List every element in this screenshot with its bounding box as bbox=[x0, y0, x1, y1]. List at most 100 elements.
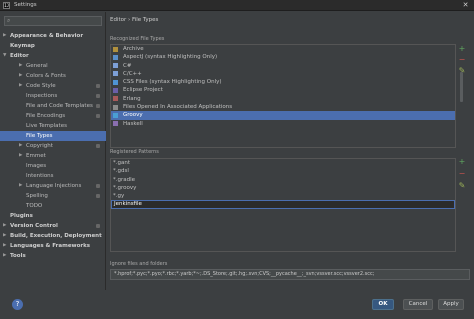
chevron-right-icon[interactable]: ▶ bbox=[3, 221, 6, 231]
chevron-right-icon[interactable]: ▶ bbox=[3, 231, 6, 241]
file-type-item[interactable]: Archive bbox=[111, 45, 455, 53]
file-type-label: Haskell bbox=[123, 120, 143, 127]
chevron-right-icon[interactable]: ▶ bbox=[19, 71, 22, 81]
edit-pattern-button[interactable]: ✎ bbox=[458, 182, 466, 190]
sidebar-item-tools[interactable]: ▶ Tools bbox=[0, 251, 106, 261]
pattern-item[interactable]: *.gradle bbox=[111, 176, 455, 184]
sidebar-item-intentions[interactable]: Intentions bbox=[0, 171, 106, 181]
sidebar-item-editor[interactable]: ▼ Editor bbox=[0, 51, 106, 61]
groovy-icon bbox=[113, 112, 118, 118]
csharp-icon bbox=[113, 63, 118, 69]
dialog-footer: ? OK Cancel Apply bbox=[0, 291, 474, 319]
file-type-label: Erlang bbox=[123, 95, 141, 102]
add-file-type-button[interactable]: + bbox=[458, 45, 466, 53]
search-icon: ⌕ bbox=[7, 17, 11, 24]
chevron-right-icon[interactable]: ▶ bbox=[3, 241, 6, 251]
sidebar-item-colors-fonts[interactable]: ▶ Colors & Fonts bbox=[0, 71, 106, 81]
file-type-item[interactable]: C# bbox=[111, 62, 455, 70]
sidebar-item-version-control[interactable]: ▶ Version Control bbox=[0, 221, 106, 231]
sidebar-item-spelling[interactable]: Spelling bbox=[0, 191, 106, 201]
file-type-label: Eclipse Project bbox=[123, 87, 163, 94]
sidebar-item-label: Languages & Frameworks bbox=[10, 243, 91, 249]
file-type-label: Files Opened In Associated Applications bbox=[123, 104, 233, 111]
recognized-scrollbar[interactable] bbox=[460, 72, 463, 102]
sidebar-item-general[interactable]: ▶ General bbox=[0, 61, 106, 71]
erlang-icon bbox=[113, 96, 118, 102]
sidebar-item-todo[interactable]: TODO bbox=[0, 201, 106, 211]
chevron-right-icon[interactable]: ▶ bbox=[19, 81, 22, 91]
ignore-files-input[interactable]: *.hprof;*.pyc;*.pyo;*.rbc;*.yarb;*~;.DS_… bbox=[110, 269, 470, 280]
recognized-file-types-title: Recognized File Types bbox=[110, 36, 165, 42]
sidebar-item-build-execution-deployment[interactable]: ▶ Build, Execution, Deployment bbox=[0, 231, 106, 241]
cancel-button[interactable]: Cancel bbox=[403, 299, 433, 310]
sidebar-item-live-templates[interactable]: Live Templates bbox=[0, 121, 106, 131]
sidebar-item-file-encodings[interactable]: File Encodings bbox=[0, 111, 106, 121]
sidebar-item-appearance-behavior[interactable]: ▶ Appearance & Behavior bbox=[0, 31, 106, 41]
project-scope-icon bbox=[96, 114, 100, 118]
sidebar-item-languages-frameworks[interactable]: ▶ Languages & Frameworks bbox=[0, 241, 106, 251]
file-type-item[interactable]: C/C++ bbox=[111, 70, 455, 78]
sidebar-item-keymap[interactable]: Keymap bbox=[0, 41, 106, 51]
chevron-down-icon[interactable]: ▼ bbox=[3, 51, 6, 61]
sidebar-item-code-style[interactable]: ▶ Code Style bbox=[0, 81, 106, 91]
file-type-item[interactable]: CSS Files (syntax Highlighting Only) bbox=[111, 78, 455, 86]
sidebar-item-label: Colors & Fonts bbox=[26, 73, 66, 79]
sidebar-item-file-and-code-templates[interactable]: File and Code Templates bbox=[0, 101, 106, 111]
sidebar-item-label: Tools bbox=[10, 253, 26, 259]
sidebar-item-plugins[interactable]: Plugins bbox=[0, 211, 106, 221]
registered-patterns-list[interactable]: *.gant *.gdsl *.gradle *.groovy *.gy Jenkinsf… bbox=[110, 158, 456, 252]
file-type-label: C/C++ bbox=[123, 70, 142, 77]
help-button[interactable]: ? bbox=[12, 299, 23, 310]
file-type-item[interactable]: Groovy bbox=[111, 111, 455, 120]
registered-patterns-title: Registered Patterns bbox=[110, 149, 159, 155]
sidebar-item-file-types[interactable]: File Types bbox=[0, 131, 106, 141]
sidebar-item-label: Build, Execution, Deployment bbox=[10, 233, 102, 239]
chevron-right-icon[interactable]: ▶ bbox=[19, 181, 22, 191]
chevron-right-icon[interactable]: ▶ bbox=[19, 61, 22, 71]
window-title: Settings bbox=[14, 2, 37, 8]
chevron-right-icon[interactable]: ▶ bbox=[3, 251, 6, 261]
sidebar-item-inspections[interactable]: Inspections bbox=[0, 91, 106, 101]
aspectj-icon bbox=[113, 54, 118, 60]
sidebar-item-label: Live Templates bbox=[26, 123, 67, 129]
close-icon[interactable]: ✕ bbox=[461, 1, 470, 10]
add-pattern-button[interactable]: + bbox=[458, 158, 466, 166]
chevron-right-icon[interactable]: ▶ bbox=[19, 141, 22, 151]
sidebar-item-images[interactable]: Images bbox=[0, 161, 106, 171]
sidebar-item-label: Code Style bbox=[26, 83, 56, 89]
file-type-item[interactable]: Haskell bbox=[111, 120, 455, 128]
ok-button[interactable]: OK bbox=[372, 299, 394, 310]
file-type-item[interactable]: Files Opened In Associated Applications bbox=[111, 103, 455, 111]
project-scope-icon bbox=[96, 144, 100, 148]
file-type-item[interactable]: Erlang bbox=[111, 95, 455, 103]
sidebar-item-language-injections[interactable]: ▶ Language Injections bbox=[0, 181, 106, 191]
pattern-item[interactable]: *.groovy bbox=[111, 184, 455, 192]
settings-search-input[interactable]: ⌕ bbox=[4, 16, 102, 26]
eclipse-icon bbox=[113, 87, 118, 93]
pattern-item[interactable]: *.gant bbox=[111, 159, 455, 167]
sidebar-item-label: Inspections bbox=[26, 93, 58, 99]
file-types-panel: Editor › File Types Recognized File Type… bbox=[107, 12, 474, 290]
project-scope-icon bbox=[96, 104, 100, 108]
pattern-edit-field[interactable]: Jenkinsfile bbox=[111, 200, 455, 210]
chevron-right-icon[interactable]: ▶ bbox=[3, 31, 6, 41]
sidebar-item-label: File Encodings bbox=[26, 113, 66, 119]
project-scope-icon bbox=[96, 94, 100, 98]
project-scope-icon bbox=[96, 84, 100, 88]
file-type-item[interactable]: Eclipse Project bbox=[111, 86, 455, 94]
chevron-right-icon[interactable]: ▶ bbox=[19, 151, 22, 161]
sidebar-item-label: TODO bbox=[26, 203, 43, 209]
project-scope-icon bbox=[96, 194, 100, 198]
apply-button[interactable]: Apply bbox=[438, 299, 464, 310]
pattern-item[interactable]: *.gy bbox=[111, 192, 455, 200]
recognized-file-types-list[interactable]: Archive AspectJ (syntax Highlighting Only… bbox=[110, 44, 456, 148]
remove-file-type-button[interactable]: − bbox=[458, 56, 466, 64]
sidebar-item-label: Copyright bbox=[26, 143, 53, 149]
pattern-item[interactable]: *.gdsl bbox=[111, 167, 455, 175]
sidebar-item-label: File and Code Templates bbox=[26, 103, 93, 109]
file-type-item[interactable]: AspectJ (syntax Highlighting Only) bbox=[111, 53, 455, 61]
remove-pattern-button[interactable]: − bbox=[458, 170, 466, 178]
sidebar-item-copyright[interactable]: ▶ Copyright bbox=[0, 141, 106, 151]
archive-icon bbox=[113, 46, 118, 52]
sidebar-item-emmet[interactable]: ▶ Emmet bbox=[0, 151, 106, 161]
